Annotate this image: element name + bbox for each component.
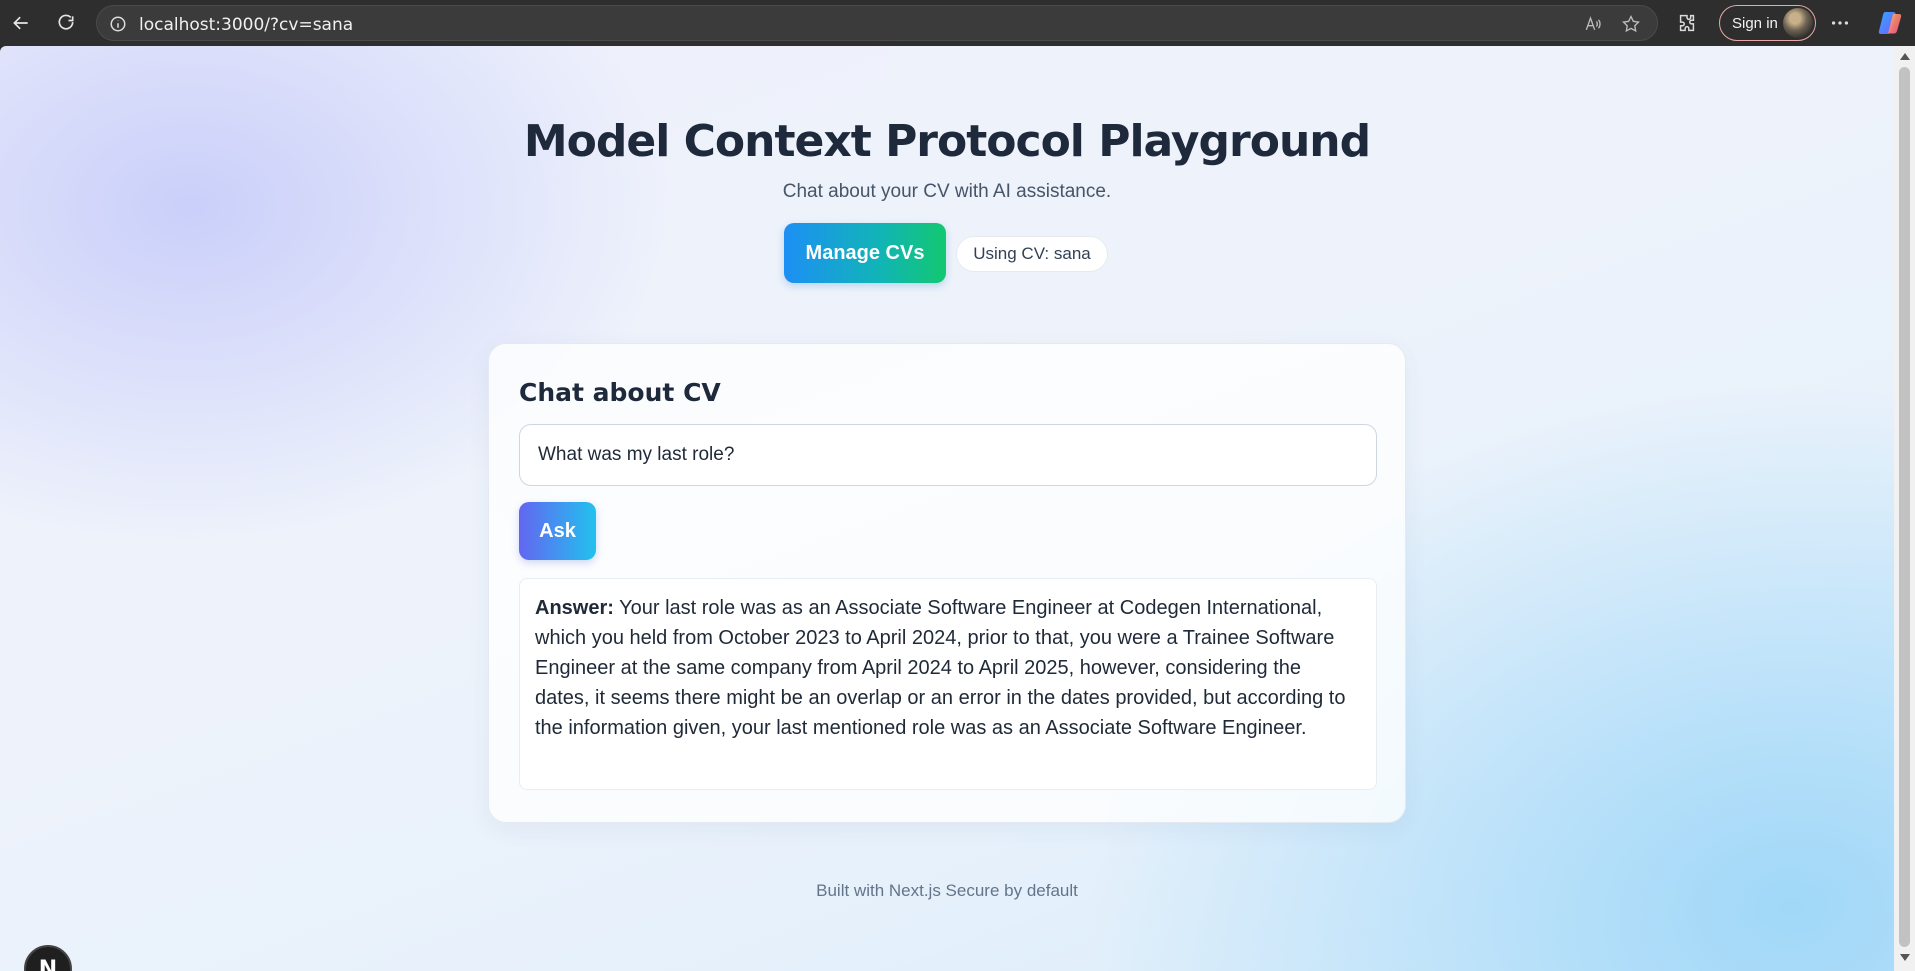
ask-button[interactable]: Ask [519, 502, 596, 560]
read-aloud-icon[interactable] [1582, 13, 1604, 35]
avatar [1783, 8, 1813, 38]
sign-in-button[interactable]: Sign in [1719, 5, 1816, 41]
address-bar[interactable]: localhost:3000/?cv=sana [96, 5, 1658, 41]
footer-text: Built with Next.js Secure by default [816, 881, 1078, 900]
cv-status-badge: Using CV: sana [956, 236, 1108, 272]
refresh-icon[interactable] [51, 8, 81, 38]
page-title: Model Context Protocol Playground [523, 116, 1371, 167]
browser-toolbar: localhost:3000/?cv=sana Sign in [0, 0, 1915, 46]
question-input[interactable] [519, 424, 1377, 486]
answer-label: Answer: [535, 597, 614, 619]
chat-title: Chat about CV [519, 378, 721, 407]
answer-text: Your last role was as an Associate Softw… [535, 597, 1346, 739]
sign-in-label: Sign in [1732, 14, 1778, 32]
scrollbar-thumb[interactable] [1899, 67, 1910, 947]
more-icon[interactable] [1826, 9, 1854, 37]
nextjs-dev-badge[interactable]: N [24, 945, 72, 971]
scroll-up-icon[interactable] [1900, 53, 1910, 60]
scroll-down-icon[interactable] [1900, 954, 1910, 961]
favorite-star-icon[interactable] [1620, 13, 1642, 35]
page-subtitle: Chat about your CV with AI assistance. [782, 181, 1112, 202]
extensions-icon[interactable] [1673, 9, 1701, 37]
manage-cvs-button[interactable]: Manage CVs [784, 223, 946, 283]
page-viewport: Model Context Protocol Playground Chat a… [0, 46, 1894, 971]
answer-box: Answer: Your last role was as an Associa… [519, 578, 1377, 790]
url-text[interactable]: localhost:3000/?cv=sana [139, 15, 353, 35]
copilot-icon[interactable] [1876, 9, 1904, 37]
chat-card: Chat about CV Ask Answer: Your last role… [488, 343, 1406, 823]
info-icon[interactable] [109, 15, 127, 33]
back-icon[interactable] [6, 8, 36, 38]
